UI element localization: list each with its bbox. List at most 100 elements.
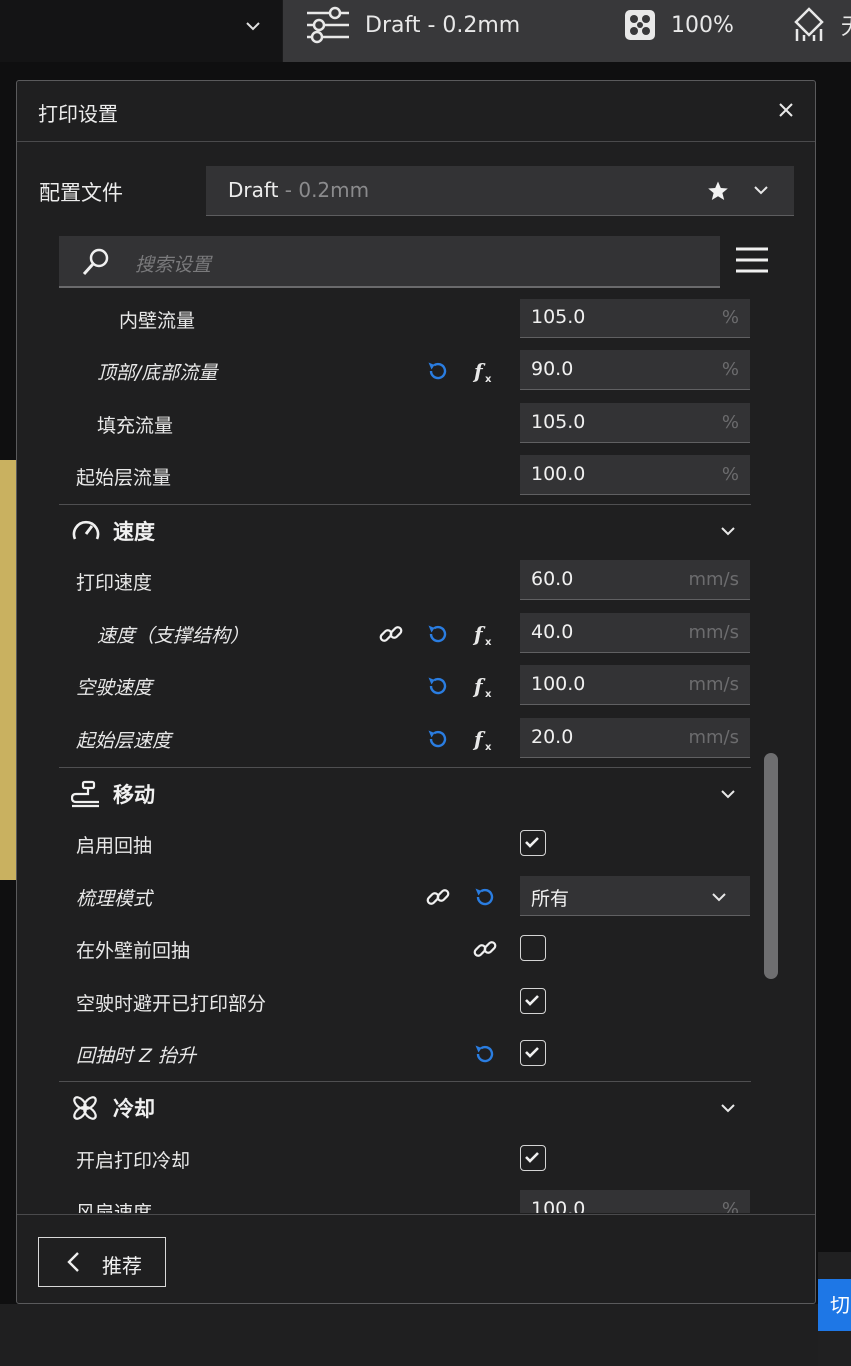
support-summary[interactable]: 无	[791, 7, 851, 41]
function-icon[interactable]: fx	[472, 358, 498, 384]
z-hop-checkbox[interactable]	[520, 1040, 546, 1066]
print-settings-panel: 打印设置 配置文件 Draft - 0.2mm 搜索设置 内壁流量 105.0 …	[16, 80, 816, 1304]
print-settings-summary[interactable]: Draft - 0.2mm 100% 无	[283, 0, 851, 62]
top-toolbar: Draft - 0.2mm 100% 无	[0, 0, 851, 62]
reset-icon[interactable]	[425, 673, 451, 699]
settings-scrollbar[interactable]	[764, 753, 778, 979]
function-icon[interactable]: fx	[472, 621, 498, 647]
field-value: 100.0	[531, 463, 586, 485]
profile-summary[interactable]: Draft - 0.2mm	[305, 6, 521, 44]
setting-label: 空驶速度	[76, 677, 153, 699]
setting-label: 开启打印冷却	[76, 1150, 191, 1172]
field-unit: %	[721, 1199, 739, 1213]
check-icon	[525, 995, 539, 1006]
initial-layer-speed-input[interactable]: 20.0 mm/s	[520, 718, 750, 758]
speedometer-icon	[72, 520, 100, 540]
setting-row-avoid-printed-parts: 空驶时避开已打印部分	[59, 976, 751, 1028]
field-unit: %	[721, 464, 739, 485]
setting-row-support-speed: 速度（支撑结构） fx 40.0 mm/s	[59, 608, 751, 660]
reset-icon[interactable]	[425, 358, 451, 384]
menu-icon[interactable]	[735, 243, 769, 277]
chevron-left-icon	[67, 1252, 79, 1272]
check-icon	[525, 1047, 539, 1058]
section-header-speed[interactable]: 速度	[59, 504, 751, 556]
reset-icon[interactable]	[425, 621, 451, 647]
setting-row-fan-speed: 风扇速度 100.0 %	[59, 1185, 751, 1213]
profile-summary-label: Draft - 0.2mm	[365, 12, 521, 38]
field-unit: %	[721, 307, 739, 328]
section-header-travel[interactable]: 移动	[59, 767, 751, 819]
field-unit: %	[721, 412, 739, 433]
chevron-down-icon	[712, 893, 726, 902]
enable-cooling-checkbox[interactable]	[520, 1145, 546, 1171]
function-icon[interactable]: fx	[472, 726, 498, 752]
panel-footer: 推荐	[17, 1214, 815, 1305]
slice-button[interactable]: 切	[818, 1279, 851, 1331]
combing-mode-select[interactable]: 所有	[520, 876, 750, 916]
reset-icon[interactable]	[472, 1041, 498, 1067]
travel-icon	[71, 780, 99, 808]
enable-retraction-checkbox[interactable]	[520, 830, 546, 856]
infill-flow-input[interactable]: 105.0 %	[520, 403, 750, 443]
close-icon[interactable]	[775, 99, 797, 121]
check-icon	[525, 1152, 539, 1163]
top-bottom-flow-input[interactable]: 90.0 %	[520, 350, 750, 390]
svg-text:x: x	[485, 689, 492, 699]
svg-text:x: x	[485, 374, 492, 384]
profile-name: Draft	[228, 178, 279, 202]
reset-icon[interactable]	[472, 884, 498, 910]
link-icon[interactable]	[378, 621, 404, 647]
function-icon[interactable]: fx	[472, 673, 498, 699]
setting-row-print-speed: 打印速度 60.0 mm/s	[59, 555, 751, 607]
star-icon[interactable]	[706, 179, 730, 203]
field-unit: mm/s	[688, 569, 739, 590]
select-value: 所有	[531, 888, 570, 910]
setting-label: 速度（支撑结构）	[97, 625, 250, 647]
link-icon[interactable]	[425, 884, 451, 910]
section-header-cooling[interactable]: 冷却	[59, 1081, 751, 1133]
field-unit: mm/s	[688, 727, 739, 748]
section-title: 冷却	[113, 1097, 155, 1121]
avoid-printed-parts-checkbox[interactable]	[520, 988, 546, 1014]
link-icon[interactable]	[472, 936, 498, 962]
profile-select[interactable]: Draft - 0.2mm	[206, 166, 794, 216]
recommended-mode-button[interactable]: 推荐	[38, 1237, 166, 1287]
panel-title: 打印设置	[38, 102, 118, 126]
initial-layer-flow-input[interactable]: 100.0 %	[520, 455, 750, 495]
print-speed-input[interactable]: 60.0 mm/s	[520, 560, 750, 600]
profile-field-label: 配置文件	[39, 181, 123, 205]
chevron-down-icon	[721, 790, 735, 799]
search-input[interactable]: 搜索设置	[59, 236, 720, 288]
svg-text:f: f	[472, 622, 486, 646]
retract-before-outer-wall-checkbox[interactable]	[520, 935, 546, 961]
infill-summary[interactable]: 100%	[623, 10, 734, 40]
setting-row-infill-flow: 填充流量 105.0 %	[59, 398, 751, 450]
field-value: 90.0	[531, 358, 574, 380]
setting-label: 起始层流量	[76, 467, 172, 489]
svg-text:x: x	[485, 637, 492, 647]
profile-select-value: Draft - 0.2mm	[228, 178, 369, 202]
setting-label: 风扇速度	[76, 1202, 153, 1213]
setting-row-z-hop: 回抽时 Z 抬升	[59, 1028, 751, 1080]
inner-wall-flow-input[interactable]: 105.0 %	[520, 299, 750, 338]
travel-speed-input[interactable]: 100.0 mm/s	[520, 665, 750, 705]
field-value: 60.0	[531, 568, 574, 590]
recommended-mode-label: 推荐	[102, 1254, 142, 1278]
setting-row-travel-speed: 空驶速度 fx 100.0 mm/s	[59, 660, 751, 712]
setting-label: 内壁流量	[119, 310, 196, 332]
fan-speed-input[interactable]: 100.0 %	[520, 1190, 750, 1213]
field-unit: %	[721, 359, 739, 380]
setting-row-top-bottom-flow: 顶部/底部流量 fx 90.0 %	[59, 345, 751, 397]
setting-label: 启用回抽	[76, 835, 153, 857]
search-placeholder: 搜索设置	[135, 254, 212, 276]
support-speed-input[interactable]: 40.0 mm/s	[520, 613, 750, 653]
field-value: 100.0	[531, 1198, 586, 1213]
section-title: 移动	[113, 783, 155, 807]
settings-list[interactable]: 内壁流量 105.0 % 顶部/底部流量 fx 90.0 % 填充流量 105.…	[59, 299, 751, 1213]
setting-label: 在外壁前回抽	[76, 940, 191, 962]
reset-icon[interactable]	[425, 726, 451, 752]
infill-icon	[625, 10, 655, 40]
toolbar-left-dropdown[interactable]	[0, 0, 282, 62]
svg-text:f: f	[472, 359, 486, 383]
setting-label: 打印速度	[76, 572, 153, 594]
